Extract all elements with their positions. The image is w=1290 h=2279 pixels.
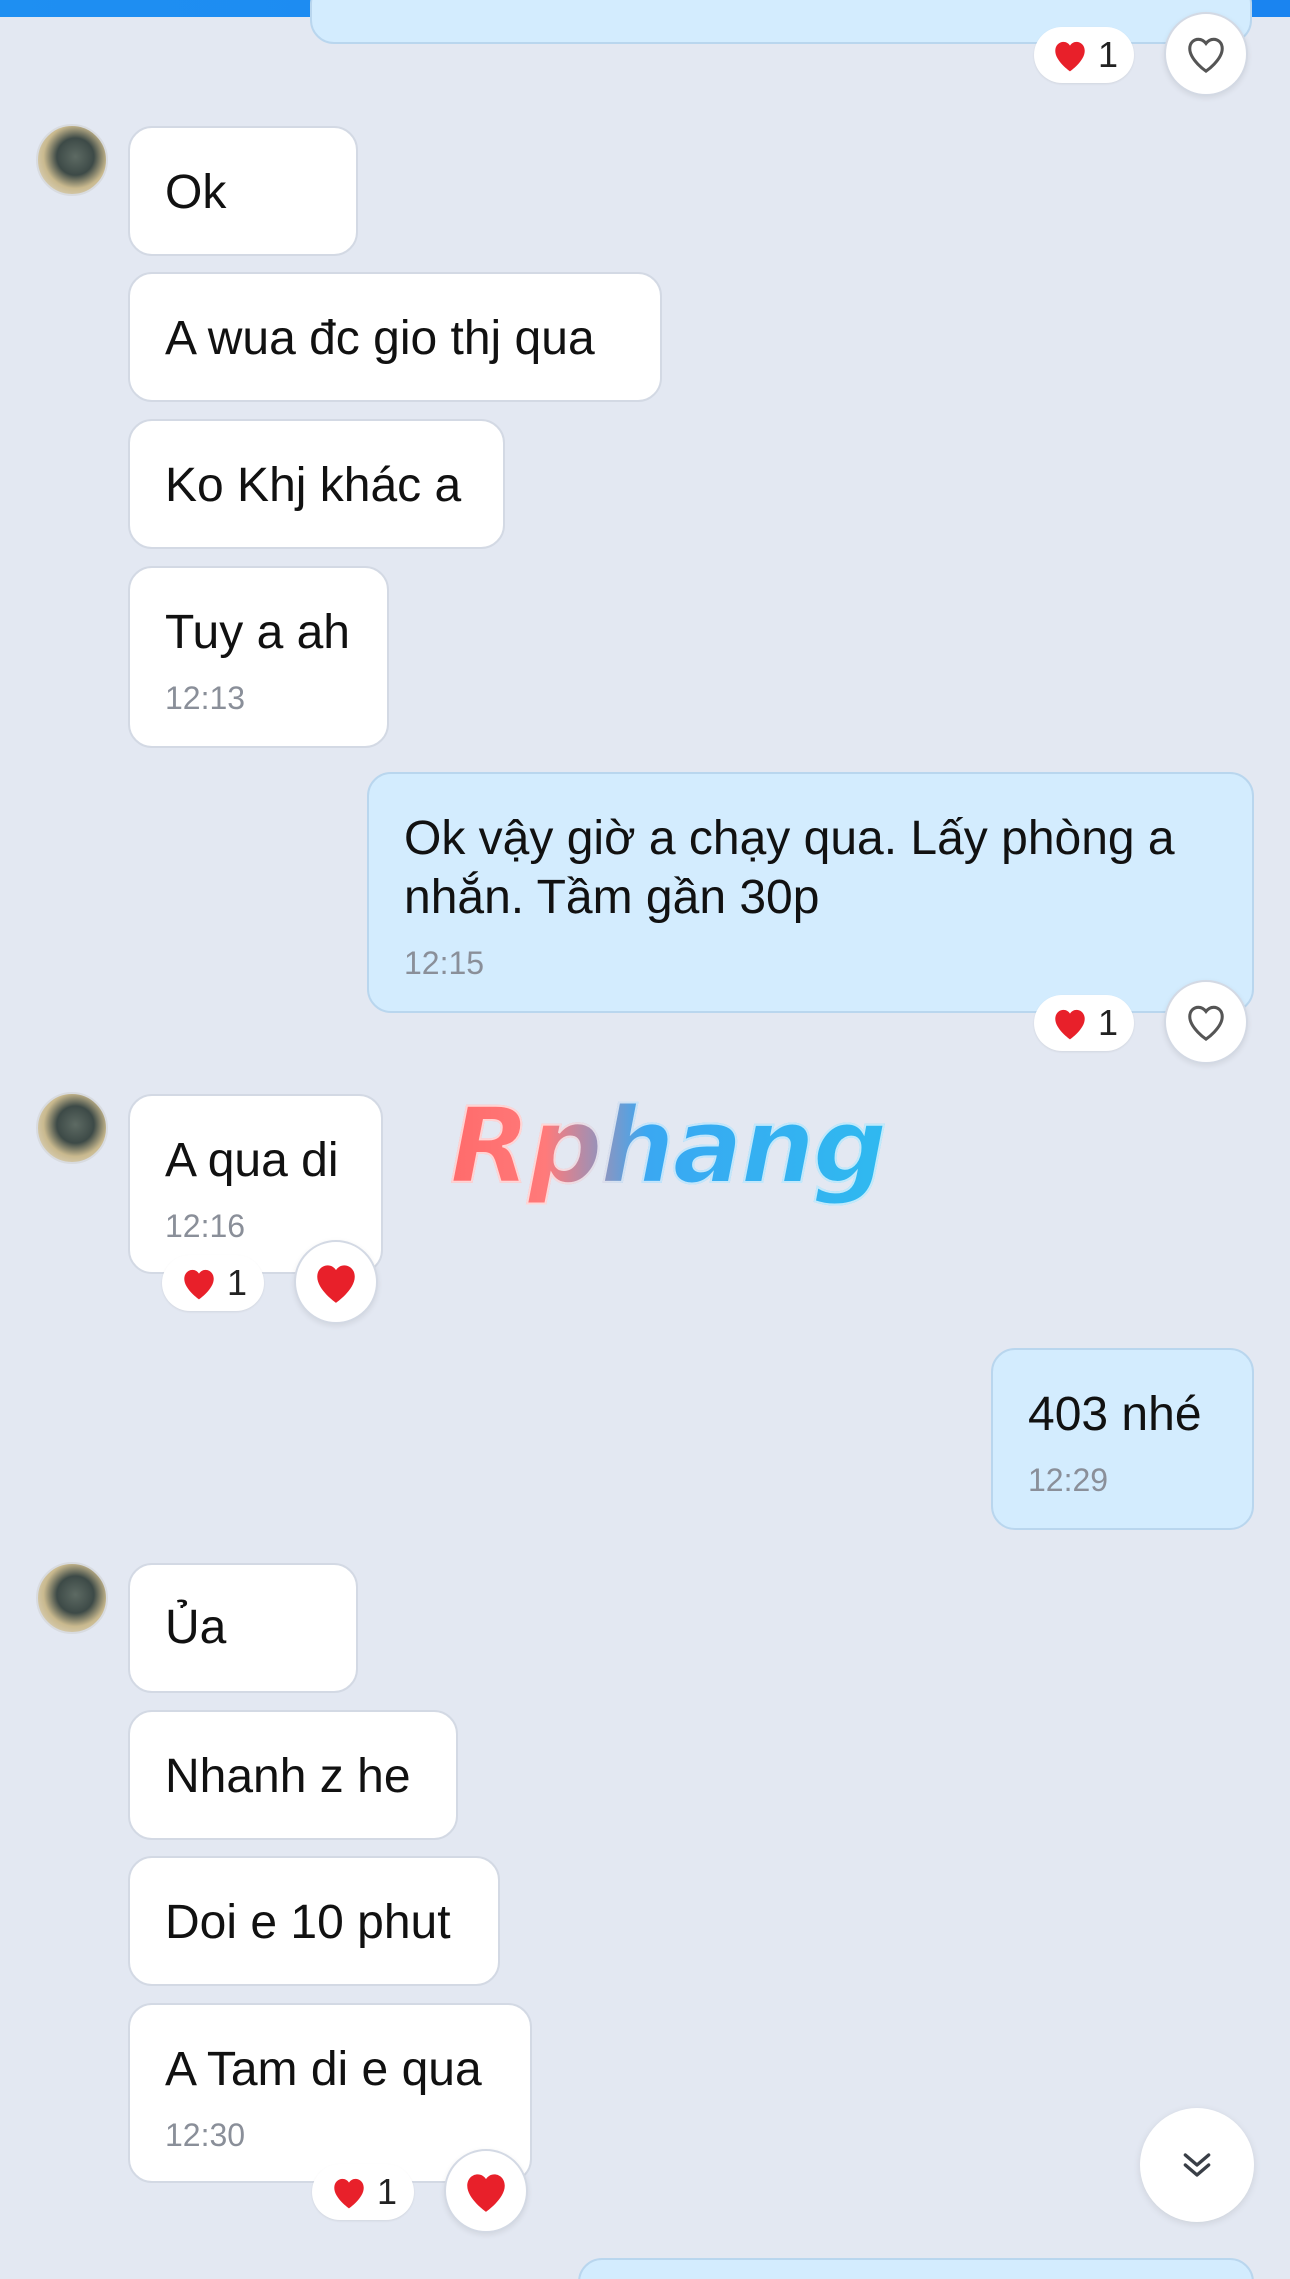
- avatar[interactable]: [36, 1092, 108, 1164]
- partial-outgoing-bubble[interactable]: [578, 2258, 1254, 2279]
- react-button[interactable]: [444, 2149, 528, 2233]
- incoming-message[interactable]: Nhanh z he: [128, 1710, 458, 1840]
- reaction-count: 1: [226, 1262, 248, 1303]
- heart-icon: [334, 2178, 364, 2209]
- message-time: 12:16: [165, 1208, 246, 1244]
- react-button[interactable]: [1164, 980, 1248, 1064]
- heart-icon: [184, 1269, 214, 1300]
- reaction-pill[interactable]: 1: [162, 1255, 264, 1311]
- incoming-message[interactable]: A wua đc gio thj qua: [128, 272, 662, 402]
- message-text: Nhanh z he: [165, 1750, 411, 1803]
- incoming-message[interactable]: Tuy a ah 12:13: [128, 566, 389, 748]
- message-text: Ok: [165, 166, 227, 219]
- incoming-message[interactable]: Ok: [128, 126, 358, 256]
- message-time: 12:15: [404, 945, 485, 981]
- message-text: A qua di: [165, 1134, 339, 1187]
- message-text: Ko Khj khác a: [165, 459, 462, 512]
- watermark-logo: Rphang: [449, 1084, 888, 1208]
- message-time: 12:13: [165, 680, 246, 716]
- outgoing-message[interactable]: 403 nhé 12:29: [991, 1348, 1254, 1530]
- outgoing-message[interactable]: Ok vậy giờ a chạy qua. Lấy phòng a nhắn.…: [367, 772, 1254, 1013]
- reaction-count: 1: [376, 2171, 398, 2212]
- react-button[interactable]: [1164, 12, 1248, 96]
- heart-outline-icon: [1188, 1005, 1224, 1042]
- message-text: A wua đc gio thj qua: [165, 312, 595, 365]
- avatar[interactable]: [36, 1562, 108, 1634]
- incoming-message[interactable]: Ủa: [128, 1563, 358, 1693]
- reaction-count: 1: [1097, 34, 1119, 75]
- reaction-pill[interactable]: 1: [1034, 27, 1134, 83]
- react-button[interactable]: [294, 1240, 378, 1324]
- message-text-line1: Ok vậy giờ a chạy qua. Lấy phòng a: [404, 812, 1175, 865]
- message-time: 12:30: [165, 2117, 246, 2153]
- heart-icon: [467, 2174, 505, 2212]
- scroll-to-bottom-button[interactable]: [1140, 2108, 1254, 2222]
- message-text-line2: nhắn. Tầm gần 30p: [404, 871, 820, 924]
- message-text: 403 nhé: [1028, 1388, 1202, 1441]
- message-text: A Tam di e qua: [165, 2043, 482, 2096]
- heart-outline-icon: [1188, 37, 1224, 74]
- heart-icon: [317, 1265, 355, 1303]
- heart-icon: [1055, 1009, 1085, 1040]
- reaction-pill[interactable]: 1: [1034, 995, 1134, 1051]
- incoming-message[interactable]: Doi e 10 phut: [128, 1856, 500, 1986]
- reaction-pill[interactable]: 1: [312, 2164, 414, 2220]
- message-text: Ủa: [165, 1601, 227, 1654]
- double-chevron-down-icon: [1183, 2153, 1211, 2177]
- incoming-message[interactable]: Ko Khj khác a: [128, 419, 505, 549]
- message-time: 12:29: [1028, 1462, 1109, 1498]
- reaction-count: 1: [1097, 1002, 1119, 1043]
- message-text: Doi e 10 phut: [165, 1896, 451, 1949]
- message-text: Tuy a ah: [165, 606, 350, 659]
- avatar[interactable]: [36, 124, 108, 196]
- heart-icon: [1055, 41, 1085, 72]
